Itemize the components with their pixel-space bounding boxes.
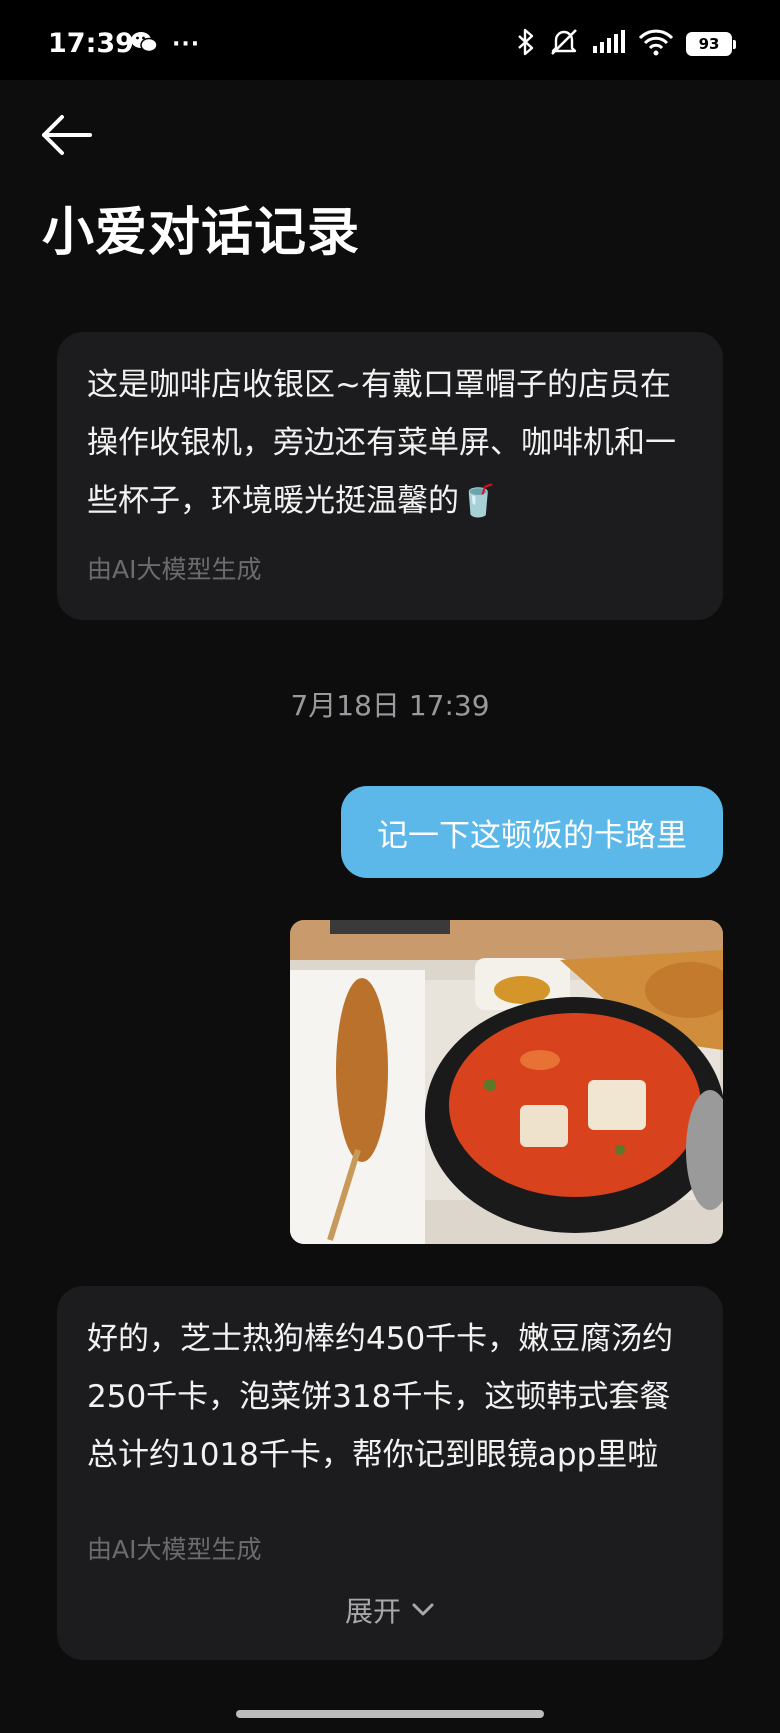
user-message-text: 记一下这顿饭的卡路里 xyxy=(377,817,687,854)
wifi-icon xyxy=(638,28,674,60)
wechat-icon xyxy=(130,30,158,58)
back-button[interactable] xyxy=(40,112,96,158)
bluetooth-icon xyxy=(516,28,536,60)
mute-bell-icon xyxy=(548,28,580,60)
assistant-message-card[interactable]: 这是咖啡店收银区~有戴口罩帽子的店员在操作收银机，旁边还有菜单屏、咖啡机和一些杯… xyxy=(57,332,723,620)
message-timestamp: 7月18日 17:39 xyxy=(290,689,490,722)
user-message-bubble[interactable]: 记一下这顿饭的卡路里 xyxy=(341,786,723,878)
arrow-left-icon xyxy=(42,115,92,155)
food-photo-image xyxy=(290,920,723,1244)
status-time: 17:39 xyxy=(48,28,134,59)
expand-label: 展开 xyxy=(344,1595,401,1628)
assistant-message-text-wrap: 好的，芝士热狗棒约450千卡，嫩豆腐汤约250千卡，泡菜饼318千卡，这顿韩式套… xyxy=(87,1310,693,1538)
chevron-down-icon xyxy=(412,1603,434,1616)
page-title: 小爱对话记录 xyxy=(42,203,361,263)
ai-generated-note: 由AI大模型生成 xyxy=(87,555,262,584)
ai-generated-note: 由AI大模型生成 xyxy=(87,1535,262,1564)
battery-level: 93 xyxy=(698,35,720,53)
battery-icon: 93 xyxy=(686,32,736,56)
assistant-message-text: 好的，芝士热狗棒约450千卡，嫩豆腐汤约250千卡，泡菜饼318千卡，这顿韩式套… xyxy=(87,1321,674,1473)
status-bar: 17:39 ··· 93 xyxy=(0,0,780,80)
assistant-message-text: 这是咖啡店收银区~有戴口罩帽子的店员在操作收银机，旁边还有菜单屏、咖啡机和一些杯… xyxy=(87,367,676,519)
signal-icon xyxy=(592,30,626,58)
food-photo[interactable] xyxy=(290,920,723,1244)
status-left-icons: ··· xyxy=(130,30,200,58)
more-notifications-icon: ··· xyxy=(172,31,201,57)
home-indicator[interactable] xyxy=(236,1710,544,1718)
expand-button[interactable]: 展开 xyxy=(57,1590,723,1630)
status-right-icons: 93 xyxy=(516,28,736,60)
assistant-message-card[interactable]: 好的，芝士热狗棒约450千卡，嫩豆腐汤约250千卡，泡菜饼318千卡，这顿韩式套… xyxy=(57,1286,723,1660)
